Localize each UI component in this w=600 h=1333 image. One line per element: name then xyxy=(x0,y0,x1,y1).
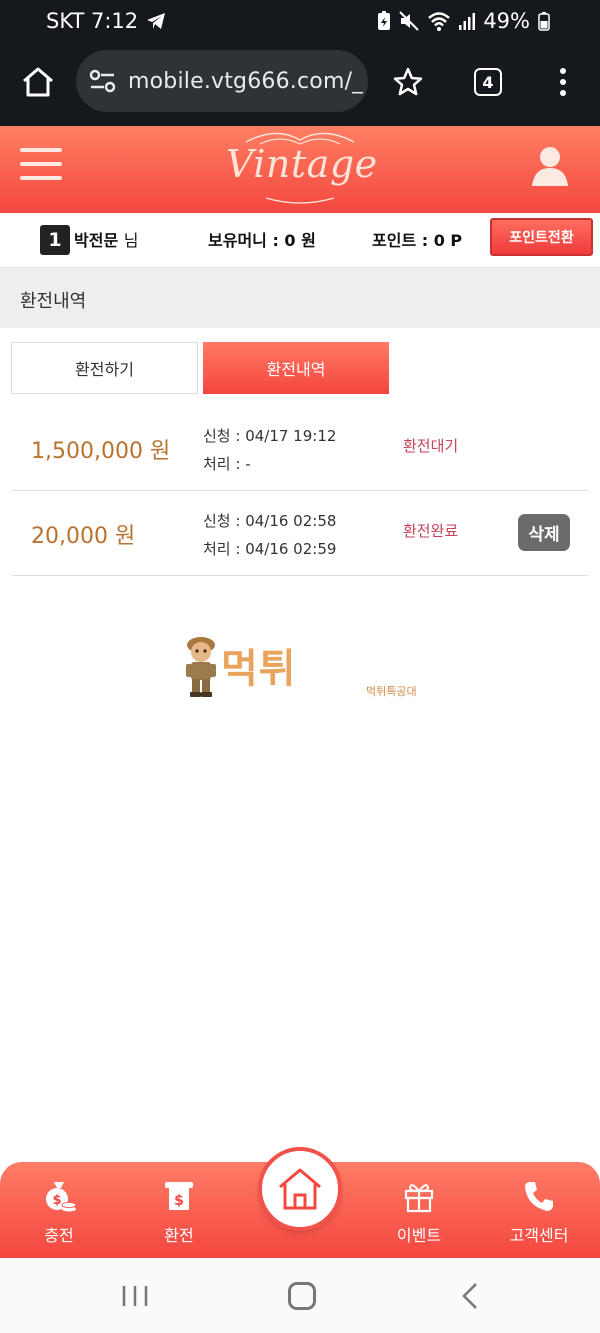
recent-apps-icon[interactable] xyxy=(120,1284,150,1308)
battery-percent: 49% xyxy=(483,9,530,33)
nav-event[interactable]: 이벤트 xyxy=(364,1162,474,1258)
tab-withdraw[interactable]: 환전하기 xyxy=(11,342,198,394)
row-processed: 처리 : - xyxy=(203,455,251,473)
phone-icon xyxy=(525,1182,553,1211)
url-text: mobile.vtg666.com/_ xyxy=(128,68,364,94)
menu-line xyxy=(20,176,62,180)
row-processed: 처리 : 04/16 02:59 xyxy=(203,540,337,558)
menu-button[interactable] xyxy=(20,148,62,180)
logo-text: Vintage xyxy=(226,142,378,186)
nav-withdraw[interactable]: $ 환전 xyxy=(124,1162,234,1258)
home-icon xyxy=(279,1168,321,1210)
point-convert-button[interactable]: 포인트전환 xyxy=(490,218,593,256)
money-bag-icon: $ xyxy=(46,1182,77,1212)
battery-icon xyxy=(538,12,550,31)
wifi-icon xyxy=(428,12,451,31)
carrier-time: SKT 7:12 xyxy=(46,9,139,33)
signal-icon xyxy=(459,13,476,30)
history-row: 1,500,000 원 신청 : 04/17 19:12 처리 : - 환전대기 xyxy=(12,405,588,491)
section-title: 환전내역 xyxy=(0,268,600,328)
row-status: 환전완료 xyxy=(403,522,459,540)
nav-customer-center[interactable]: 고객센터 xyxy=(484,1162,594,1258)
android-nav-bar xyxy=(0,1258,600,1333)
level-badge: 1 xyxy=(40,225,70,255)
soldier-mascot-icon xyxy=(186,637,216,697)
status-right: 49% xyxy=(377,9,550,33)
site-settings-icon[interactable] xyxy=(88,68,118,94)
nav-label: 충전 xyxy=(44,1226,74,1245)
url-bar[interactable]: mobile.vtg666.com/_ xyxy=(76,50,368,112)
mute-icon xyxy=(399,11,420,31)
row-dates: 신청 : 04/17 19:12 처리 : - xyxy=(203,422,336,478)
telegram-icon xyxy=(147,13,166,29)
row-amount: 1,500,000 원 xyxy=(31,439,171,464)
nav-label: 고객센터 xyxy=(509,1226,569,1245)
point-balance: 포인트 : 0 P xyxy=(372,231,463,250)
row-requested: 신청 : 04/17 19:12 xyxy=(203,427,337,445)
home-button[interactable] xyxy=(258,1147,342,1231)
browser-bar: mobile.vtg666.com/_ 4 xyxy=(0,44,600,126)
user-name-suffix: 님 xyxy=(123,231,139,250)
watermark-text: 먹튀 xyxy=(221,646,297,692)
logo[interactable]: Vintage xyxy=(226,128,378,212)
home-icon[interactable] xyxy=(20,64,56,100)
row-amount: 20,000 원 xyxy=(31,524,136,549)
bookmark-star-icon[interactable] xyxy=(392,66,424,98)
section-title-text: 환전내역 xyxy=(20,291,87,312)
profile-icon[interactable] xyxy=(530,144,570,188)
android-home-icon[interactable] xyxy=(288,1282,316,1310)
tab-switcher-button[interactable]: 4 xyxy=(474,68,502,96)
history-row: 20,000 원 신청 : 04/16 02:58 처리 : 04/16 02:… xyxy=(12,490,588,576)
money-balance: 보유머니 : 0 원 xyxy=(208,231,316,250)
user-info-bar: 1 박전문 님 보유머니 : 0 원 포인트 : 0 P 포인트전환 xyxy=(0,213,600,268)
nav-label: 이벤트 xyxy=(396,1226,442,1245)
nav-deposit[interactable]: $ 충전 xyxy=(4,1162,114,1258)
delete-button[interactable]: 삭제 xyxy=(518,514,570,551)
row-dates: 신청 : 04/16 02:58 처리 : 04/16 02:59 xyxy=(203,507,336,563)
user-name-text: 박전문 xyxy=(74,231,119,250)
row-status: 환전대기 xyxy=(403,437,459,455)
row-requested: 신청 : 04/16 02:58 xyxy=(203,512,337,530)
back-icon[interactable] xyxy=(458,1282,482,1310)
svg-text:$: $ xyxy=(52,1193,61,1208)
app-header: Vintage xyxy=(0,126,600,213)
svg-text:$: $ xyxy=(174,1193,184,1209)
battery-saver-icon xyxy=(378,11,391,30)
status-bar: SKT 7:12 49% xyxy=(0,0,600,44)
status-left: SKT 7:12 xyxy=(46,9,166,33)
exchange-icon: $ xyxy=(165,1182,193,1210)
more-menu-icon[interactable] xyxy=(556,66,570,98)
tab-withdraw-history[interactable]: 환전내역 xyxy=(203,342,389,394)
menu-line xyxy=(20,162,62,166)
menu-line xyxy=(20,148,62,152)
gift-icon xyxy=(404,1184,434,1213)
user-name: 박전문 님 xyxy=(74,227,138,251)
nav-label: 환전 xyxy=(164,1226,194,1245)
watermark-subtext: 먹튀특공대 xyxy=(366,685,417,698)
